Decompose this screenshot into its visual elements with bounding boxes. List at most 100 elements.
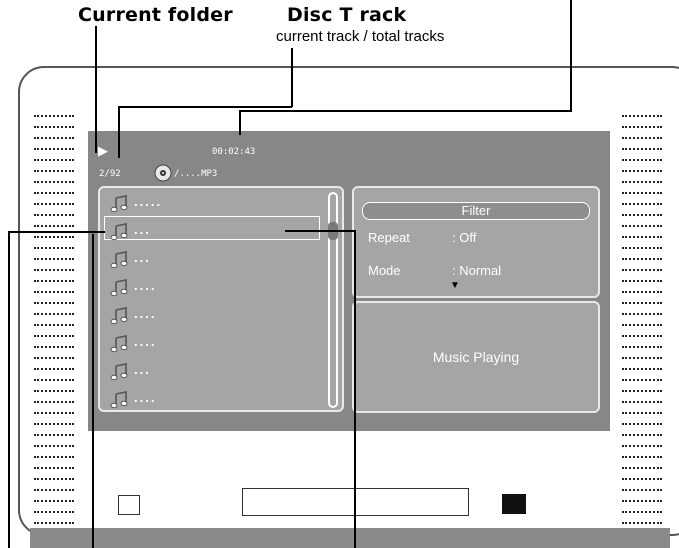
track-leader-v: [92, 234, 94, 548]
grill-row: [34, 390, 74, 394]
playlist-item-label: ...: [134, 221, 151, 237]
grill-row: [622, 269, 662, 273]
grill-row: [34, 236, 74, 240]
grill-row: [34, 423, 74, 427]
grill-row: [622, 423, 662, 427]
grill-row: [34, 214, 74, 218]
grill-row: [622, 137, 662, 141]
grill-row: [622, 214, 662, 218]
grill-row: [622, 379, 662, 383]
grill-row: [622, 148, 662, 152]
playlist-leader-h: [285, 230, 356, 232]
disc-track-leader-v1: [291, 48, 293, 107]
grill-row: [34, 313, 74, 317]
grill-row: [622, 181, 662, 185]
grill-row: [34, 247, 74, 251]
music-note-icon: [110, 250, 130, 270]
grill-row: [622, 236, 662, 240]
grill-row: [34, 456, 74, 460]
grill-row: [34, 522, 74, 526]
grill-row: [622, 401, 662, 405]
grill-row: [622, 434, 662, 438]
grill-row: [622, 357, 662, 361]
grill-row: [622, 192, 662, 196]
disc-track-leader-h: [118, 106, 292, 108]
status-text: Music Playing: [432, 349, 520, 365]
repeat-label[interactable]: Repeat: [368, 230, 410, 245]
playlist-item-label: .....: [134, 193, 163, 209]
disc-track-leader-v2: [118, 106, 120, 158]
playlist-scrollbar[interactable]: [328, 192, 338, 408]
grill-row: [34, 467, 74, 471]
scroll-down-arrow-icon[interactable]: ▼: [450, 280, 460, 291]
grill-row: [34, 445, 74, 449]
grill-row: [34, 170, 74, 174]
grill-row: [34, 434, 74, 438]
grill-row: [34, 291, 74, 295]
disc-icon: [154, 164, 172, 182]
playlist-item[interactable]: ....: [110, 388, 156, 412]
grill-row: [34, 192, 74, 196]
grill-row: [622, 335, 662, 339]
playlist-item[interactable]: .....: [110, 192, 162, 216]
grill-row: [622, 467, 662, 471]
grill-row: [34, 335, 74, 339]
current-folder-callout: Current folder: [78, 4, 233, 26]
playlist-item[interactable]: ...: [110, 248, 151, 272]
grill-row: [622, 159, 662, 163]
grill-row: [34, 478, 74, 482]
music-note-icon: [110, 194, 130, 214]
playlist-item-label: ...: [134, 249, 151, 265]
grill-row: [622, 324, 662, 328]
grill-row: [622, 511, 662, 515]
filter-panel: Filter Repeat : Off Mode : Normal ▼: [352, 186, 600, 298]
grill-row: [622, 291, 662, 295]
playlist-item[interactable]: ...: [110, 360, 151, 384]
grill-row: [34, 126, 74, 130]
repeat-value[interactable]: : Off: [452, 230, 476, 245]
playlist-item[interactable]: ....: [110, 304, 156, 328]
disc-track-subtitle: current track / total tracks: [276, 28, 445, 45]
mode-value[interactable]: : Normal: [452, 263, 501, 278]
playlist-item[interactable]: ....: [110, 276, 156, 300]
grill-row: [622, 203, 662, 207]
playlist-item-label: ....: [134, 277, 157, 293]
playlist-item[interactable]: ...: [110, 220, 151, 244]
grill-row: [622, 258, 662, 262]
grill-row: [34, 269, 74, 273]
selection-leader-v: [8, 231, 10, 548]
status-panel: Music Playing: [352, 301, 600, 413]
grill-row: [34, 225, 74, 229]
grill-row: [622, 280, 662, 284]
playlist-item-label: ...: [134, 361, 151, 377]
grill-row: [34, 368, 74, 372]
mode-label[interactable]: Mode: [368, 263, 401, 278]
disc-slot: [242, 488, 469, 516]
grill-row: [622, 390, 662, 394]
grill-row: [34, 137, 74, 141]
grill-row: [34, 324, 74, 328]
power-button[interactable]: [118, 495, 140, 515]
grill-row: [34, 280, 74, 284]
filter-button[interactable]: Filter: [362, 202, 590, 220]
device-base: [30, 528, 670, 548]
player-screen: ▶ 00:02:43 2/92 /....MP3 ...............…: [88, 131, 610, 431]
music-note-icon: [110, 334, 130, 354]
grill-row: [622, 368, 662, 372]
music-note-icon: [110, 390, 130, 410]
playlist-item-label: ....: [134, 305, 157, 321]
track-counter: 2/92: [99, 169, 121, 179]
left-speaker-grill: [34, 115, 74, 533]
grill-row: [34, 346, 74, 350]
ir-sensor: [502, 494, 526, 514]
selection-leader-h: [8, 231, 105, 233]
right-speaker-grill: [622, 115, 662, 533]
grill-row: [34, 159, 74, 163]
playlist-item[interactable]: ....: [110, 332, 156, 356]
grill-row: [34, 302, 74, 306]
grill-row: [34, 115, 74, 119]
playlist-panel: ..............................: [98, 186, 344, 412]
grill-row: [622, 412, 662, 416]
grill-row: [622, 126, 662, 130]
grill-row: [622, 302, 662, 306]
